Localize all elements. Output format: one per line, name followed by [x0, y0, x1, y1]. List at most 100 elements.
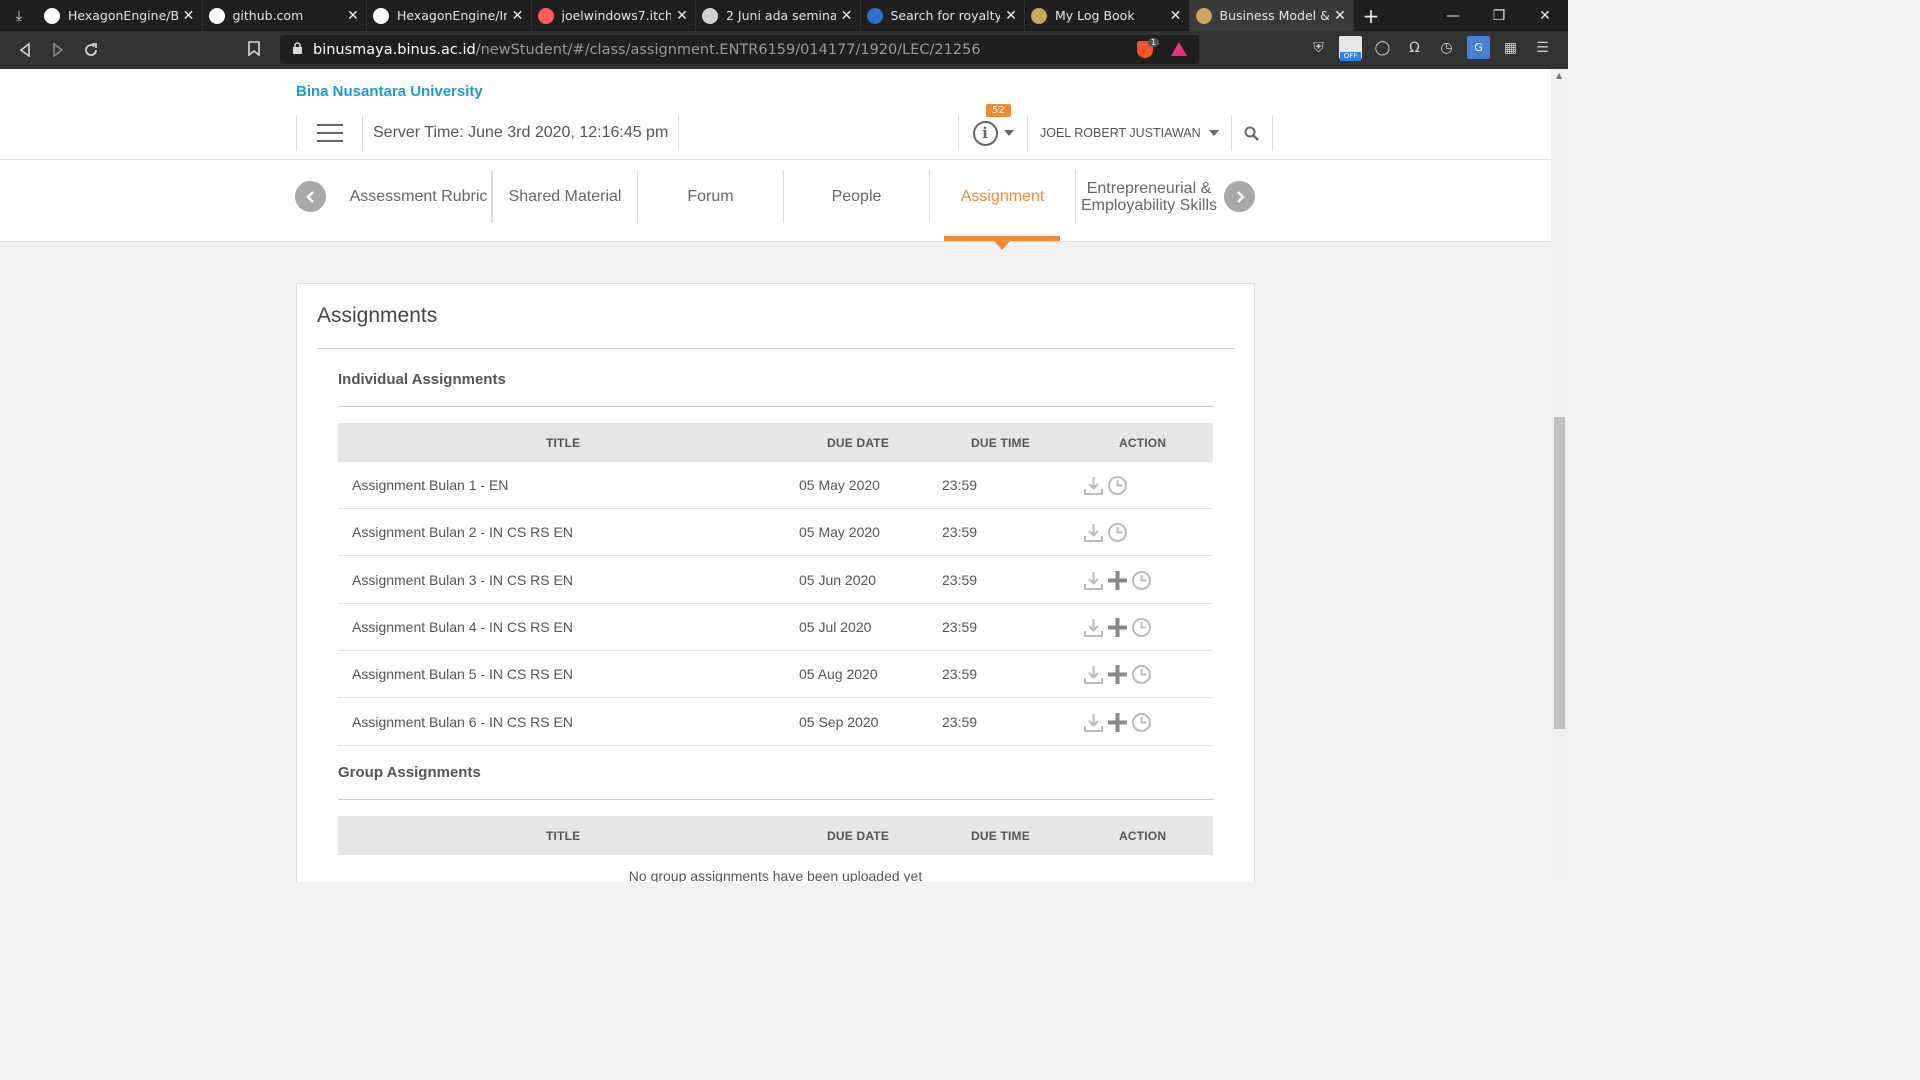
tab-shared-material[interactable]: Shared Material	[492, 170, 638, 223]
browser-tab[interactable]: My Log Book ✕	[1025, 0, 1190, 31]
browser-tab[interactable]: HexagonEngine/Ble ✕	[38, 0, 203, 31]
bitwarden-extension-icon[interactable]: ⛨	[1307, 36, 1330, 59]
page-scrollbar[interactable]: ▲	[1551, 69, 1568, 882]
window-controls: — ❐ ✕	[1430, 0, 1568, 31]
browser-tab-title: HexagonEngine/Ink	[397, 8, 507, 23]
forward-arrow-icon	[52, 43, 63, 57]
tab-forum[interactable]: Forum	[638, 170, 784, 223]
close-tab-icon[interactable]: ✕	[182, 8, 196, 24]
tab-people[interactable]: People	[784, 170, 930, 223]
clock-icon[interactable]	[1131, 664, 1152, 685]
download-icon[interactable]: ⤓	[0, 0, 38, 31]
close-tab-icon[interactable]: ✕	[675, 8, 689, 24]
divider	[317, 348, 1234, 349]
due-date: 05 May 2020	[799, 524, 880, 541]
clock-icon[interactable]	[1131, 712, 1152, 733]
download-icon[interactable]	[1083, 617, 1104, 638]
assignment-title: Assignment Bulan 6 - IN CS RS EN	[352, 713, 573, 730]
assignment-title: Assignment Bulan 1 - EN	[352, 477, 509, 493]
due-date: 05 Aug 2020	[799, 666, 878, 683]
back-arrow-icon	[19, 43, 30, 57]
page-content: Bina Nusantara University Server Time: J…	[0, 69, 1551, 882]
omega-extension-icon[interactable]: Ω	[1403, 36, 1426, 59]
header-right-group: i 52 JOEL ROBERT JUSTIAWAN	[958, 104, 1273, 151]
assignment-title: Assignment Bulan 5 - IN CS RS EN	[352, 666, 573, 683]
upload-plus-icon[interactable]	[1107, 712, 1128, 733]
new-tab-button[interactable]: +	[1354, 0, 1388, 31]
forward-button[interactable]	[41, 35, 74, 65]
brave-rewards-icon[interactable]	[1171, 42, 1187, 56]
tab-assessment-rubric[interactable]: Assessment Rubric	[346, 170, 492, 223]
close-tab-icon[interactable]: ✕	[1004, 8, 1018, 24]
browser-toolbar: binusmaya.binus.ac.id/newStudent/#/class…	[0, 31, 1568, 69]
translate-extension-icon[interactable]: G	[1467, 36, 1490, 59]
close-tab-icon[interactable]: ✕	[1169, 8, 1183, 24]
row-actions	[1083, 570, 1152, 591]
chevron-down-icon	[1208, 130, 1219, 136]
calculator-extension-icon[interactable]: ▦	[1499, 36, 1522, 59]
menu-toggle-button[interactable]	[297, 115, 363, 151]
lightbulb-extension-icon[interactable]: ◯	[1371, 36, 1394, 59]
browser-menu-icon[interactable]: ☰	[1531, 36, 1554, 59]
browser-tab[interactable]: joelwindows7.itch.io✕	[532, 0, 696, 31]
upload-plus-icon[interactable]	[1107, 617, 1128, 638]
group-assignments-heading: Group Assignments	[338, 764, 481, 781]
github-icon	[373, 7, 389, 24]
scrollbar-thumb[interactable]	[1554, 417, 1565, 729]
browser-tab[interactable]: Business Model & V✕	[1189, 0, 1354, 31]
close-tab-icon[interactable]: ✕	[1333, 8, 1347, 24]
download-icon[interactable]	[1083, 475, 1104, 496]
minimize-button[interactable]: —	[1430, 0, 1476, 31]
clock-icon[interactable]	[1131, 570, 1152, 591]
info-icon: i	[972, 120, 998, 146]
browser-tab[interactable]: Search for royalty fr✕	[861, 0, 1025, 31]
site-header: Bina Nusantara University Server Time: J…	[0, 69, 1551, 160]
binus-icon	[1031, 7, 1047, 24]
address-bar[interactable]: binusmaya.binus.ac.id/newStudent/#/class…	[280, 35, 1199, 64]
due-time: 23:59	[942, 524, 978, 541]
tab-assignment[interactable]: Assignment	[930, 170, 1076, 223]
column-header-due-date: DUE DATE	[827, 829, 890, 843]
tab-entrepreneurial-skills[interactable]: Entrepreneurial & Employability Skills	[1076, 170, 1222, 223]
notification-button[interactable]: i 52	[959, 104, 1028, 151]
upload-plus-icon[interactable]	[1107, 664, 1128, 685]
close-tab-icon[interactable]: ✕	[511, 8, 525, 24]
clock-extension-icon[interactable]: ◷	[1435, 36, 1458, 59]
subnav-next-button[interactable]	[1224, 181, 1255, 212]
table-row: Assignment Bulan 3 - IN CS RS EN 05 Jun 2…	[338, 557, 1213, 604]
upload-plus-icon[interactable]	[1107, 570, 1128, 591]
clock-icon[interactable]	[1107, 475, 1128, 496]
restore-button[interactable]: ❐	[1476, 0, 1522, 31]
course-subnav: Assessment Rubric Shared Material Forum …	[0, 160, 1551, 250]
subnav-prev-button[interactable]	[295, 181, 326, 212]
close-window-button[interactable]: ✕	[1522, 0, 1568, 31]
search-button[interactable]	[1232, 115, 1273, 151]
download-icon[interactable]	[1083, 664, 1104, 685]
individual-assignments-heading: Individual Assignments	[338, 371, 506, 388]
browser-tab[interactable]: 2 Juni ada seminar! ✕	[696, 0, 861, 31]
download-icon[interactable]	[1083, 712, 1104, 733]
column-header-due-time: DUE TIME	[971, 436, 1030, 450]
browser-tab[interactable]: HexagonEngine/Ink ✕	[367, 0, 532, 31]
close-tab-icon[interactable]: ✕	[840, 8, 854, 24]
brand-logo-text[interactable]: Bina Nusantara University	[296, 83, 483, 100]
clock-icon[interactable]	[1131, 617, 1152, 638]
download-icon[interactable]	[1083, 570, 1104, 591]
github-icon	[44, 7, 60, 24]
user-menu[interactable]: JOEL ROBERT JUSTIAWAN	[1028, 115, 1232, 151]
reload-button[interactable]	[74, 35, 107, 65]
row-actions	[1083, 664, 1152, 685]
back-button[interactable]	[8, 35, 41, 65]
assignment-title: Assignment Bulan 4 - IN CS RS EN	[352, 618, 573, 635]
search-icon	[1244, 126, 1260, 141]
download-icon[interactable]	[1083, 522, 1104, 543]
toggle-off-extension-icon[interactable]	[1339, 36, 1362, 61]
bookmark-icon[interactable]	[248, 41, 260, 60]
scroll-up-icon[interactable]: ▲	[1556, 71, 1562, 80]
close-tab-icon[interactable]: ✕	[346, 8, 360, 24]
browser-tab-title: Business Model & V	[1219, 8, 1330, 23]
clock-icon[interactable]	[1107, 522, 1128, 543]
due-date: 05 Jul 2020	[799, 618, 872, 635]
browser-tab[interactable]: github.com ✕	[203, 0, 367, 31]
server-time: Server Time: June 3rd 2020, 12:16:45 pm	[363, 115, 680, 151]
